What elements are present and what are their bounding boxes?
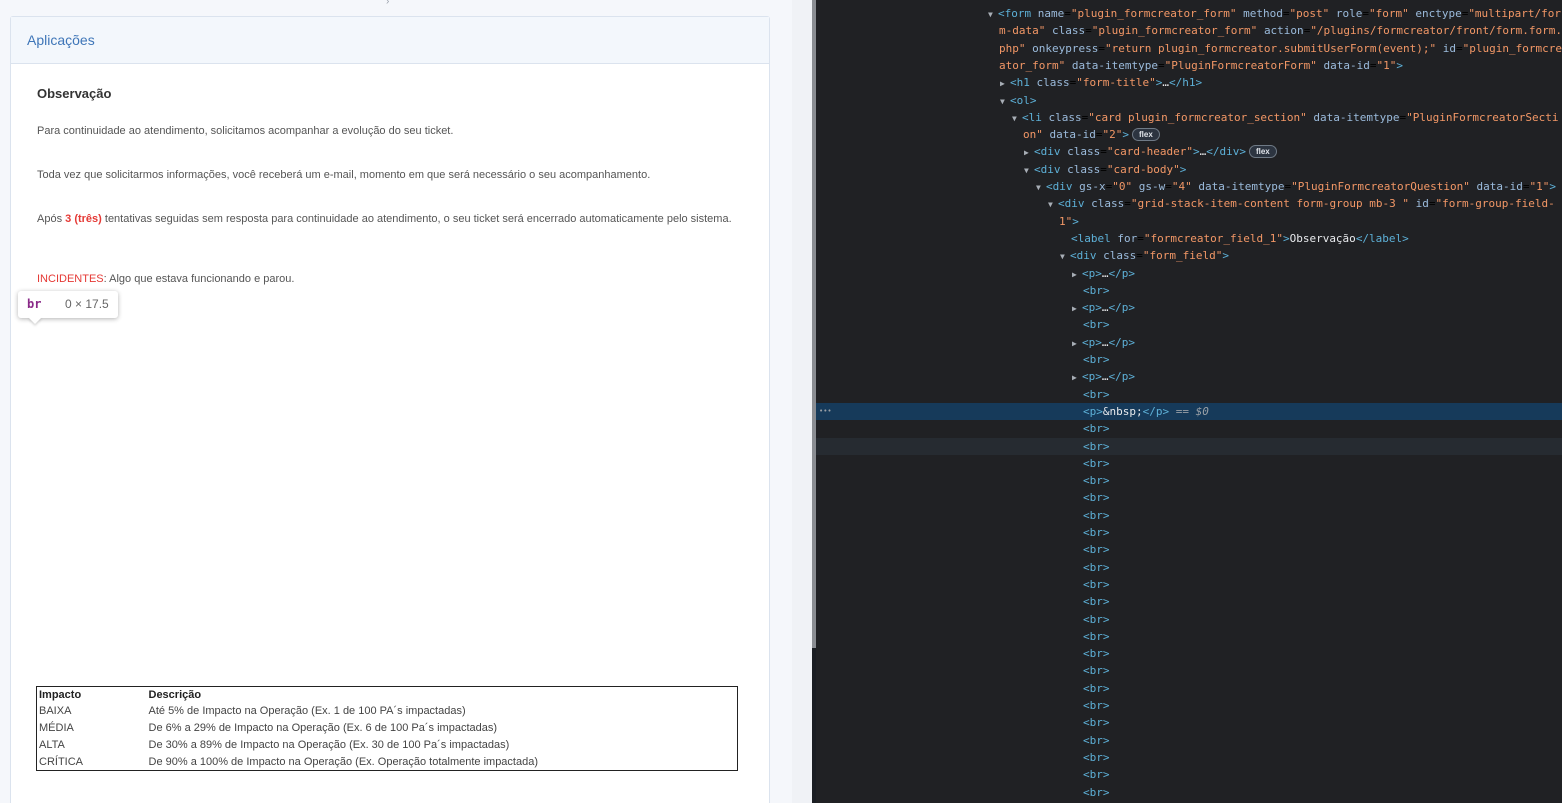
dom-node-line[interactable]: on" data-id="2"> flex [816, 126, 1562, 143]
caret-down-icon[interactable]: ▼ [1048, 196, 1058, 213]
dom-node-line[interactable]: ator_form" data-itemtype="PluginFormcrea… [816, 57, 1562, 74]
paragraph-2: Toda vez que solicitarmos informações, v… [37, 169, 651, 181]
caret-right-icon[interactable]: ▶ [1072, 266, 1082, 283]
table-cell: MÉDIA [39, 722, 74, 734]
dom-node-line[interactable]: <br> [816, 628, 1562, 645]
paragraph-3: Após 3 (três) tentativas seguidas sem re… [37, 211, 739, 227]
dom-node-line[interactable]: ▼ <div class="grid-stack-item-content for… [816, 195, 1562, 212]
dom-node-line[interactable]: <br> [816, 351, 1562, 368]
dom-node-line[interactable]: <br> [816, 507, 1562, 524]
dom-node-line[interactable]: <br> [816, 645, 1562, 662]
dom-node-line[interactable]: php" onkeypress="return plugin_formcreat… [816, 40, 1562, 57]
impact-table: Impacto Descrição BAIXA Até 5% de Impacto… [36, 686, 738, 771]
table-header-row: Impacto Descrição [37, 687, 738, 703]
tooltip-tag: br [27, 297, 42, 311]
dom-node-line[interactable]: <br> [816, 593, 1562, 610]
caret-down-icon[interactable]: ▼ [1024, 162, 1034, 179]
devtools-elements-panel: ▼ <form name="plugin_formcreator_form" me… [816, 0, 1562, 803]
dom-node-line[interactable]: ▼ <div gs-x="0" gs-w="4" data-itemtype="P… [816, 178, 1562, 195]
dom-node-line[interactable]: ▼ <form name="plugin_formcreator_form" me… [816, 5, 1562, 22]
dom-node-line[interactable]: <br> [816, 559, 1562, 576]
section-title: Aplicações [27, 32, 95, 48]
table-header-descricao: Descrição [148, 688, 202, 701]
p4-text: : Algo que estava funcionando e parou. [103, 273, 295, 285]
dom-node-line[interactable]: ▶ <div class="card-header">…</div> flex [816, 143, 1562, 160]
dom-node-line[interactable]: <br> [816, 420, 1562, 437]
dom-node-line[interactable]: <br> [816, 714, 1562, 731]
dom-node-line[interactable]: <br> [816, 662, 1562, 679]
dom-node-line[interactable]: <br> [816, 541, 1562, 558]
caret-right-icon[interactable]: ▶ [1072, 369, 1082, 386]
paragraph-1: Para continuidade ao atendimento, solici… [37, 125, 454, 137]
dom-node-line[interactable]: 1"> [816, 213, 1562, 230]
caret-right-icon[interactable]: ▶ [1072, 335, 1082, 352]
dom-node-line[interactable]: ▶ <h1 class="form-title">…</h1> [816, 74, 1562, 91]
dom-node-line[interactable]: ▶ <p>…</p> [816, 368, 1562, 385]
dom-node-line[interactable]: ▶ <p>…</p> [816, 334, 1562, 351]
p3-text-before: Após [37, 213, 66, 225]
tooltip-dimensions: 0 × 17.5 [65, 297, 109, 311]
table-row: BAIXA Até 5% de Impacto na Operação (Ex. … [37, 703, 738, 720]
page-viewport: › Aplicações Observação Para continuidad… [0, 0, 792, 803]
dom-node-line[interactable]: ▼ <ol> [816, 92, 1562, 109]
dom-node-line[interactable]: <br> [816, 524, 1562, 541]
dom-node-line[interactable]: <br> [816, 749, 1562, 766]
table-cell: CRÍTICA [39, 755, 83, 768]
table-header-impacto: Impacto [39, 688, 82, 701]
caret-down-icon[interactable]: ▼ [1036, 179, 1046, 196]
dom-node-line[interactable]: ▶ <p>…</p> [816, 299, 1562, 316]
table-cell: De 90% a 100% de Impacto na Operação (Ex… [148, 755, 539, 768]
table-cell: De 6% a 29% de Impacto na Operação (Ex. … [148, 722, 498, 734]
top-edge-marker: › [386, 0, 390, 7]
dom-node-line[interactable]: <br> [816, 732, 1562, 749]
caret-right-icon[interactable]: ▶ [1072, 300, 1082, 317]
p3-text-after: tentativas seguidas sem resposta para co… [101, 213, 732, 225]
dom-node-line[interactable]: <br> [816, 316, 1562, 333]
table-cell: BAIXA [39, 705, 72, 717]
dom-node-line[interactable]: <br> [816, 437, 1562, 455]
dom-node-line[interactable]: <br> [816, 472, 1562, 489]
caret-down-icon[interactable]: ▼ [1012, 110, 1022, 127]
dom-node-line[interactable]: <br> [816, 680, 1562, 697]
dom-node-line[interactable]: <label for="formcreator_field_1">Observa… [816, 230, 1562, 247]
table-cell: De 30% a 89% de Impacto na Operação (Ex.… [148, 739, 510, 751]
more-options-icon[interactable]: ••• [819, 403, 832, 420]
card-header: Aplicações [11, 17, 769, 64]
dom-node-line[interactable]: <br> [816, 766, 1562, 783]
dom-node-line[interactable]: <br> [816, 611, 1562, 628]
dom-node-line[interactable]: ▼ <div class="form_field"> [816, 247, 1562, 264]
table-row: CRÍTICA De 90% a 100% de Impacto na Opera… [37, 754, 738, 771]
field-label: Observação [37, 86, 112, 101]
caret-right-icon[interactable]: ▶ [1024, 144, 1034, 161]
dom-node-line[interactable]: <br> [816, 386, 1562, 403]
p3-highlight: 3 (três) [65, 213, 102, 225]
caret-down-icon[interactable]: ▼ [1060, 248, 1070, 265]
dom-node-line[interactable]: <br> [816, 282, 1562, 299]
table-cell: Até 5% de Impacto na Operação (Ex. 1 de … [148, 705, 466, 717]
dom-node-line[interactable]: m-data" class="plugin_formcreator_form" … [816, 22, 1562, 39]
panel-splitter[interactable] [792, 0, 812, 803]
dom-node-line[interactable]: ▼ <div class="card-body"> [816, 161, 1562, 178]
dom-node-line[interactable]: <br> [816, 489, 1562, 506]
dom-node-line[interactable]: ▼ <li class="card plugin_formcreator_sect… [816, 109, 1562, 126]
table-row: MÉDIA De 6% a 29% de Impacto na Operação … [37, 720, 738, 737]
element-inspect-tooltip: br 0 × 17.5 [18, 291, 118, 324]
table-cell: ALTA [39, 739, 65, 751]
caret-right-icon[interactable]: ▶ [1000, 75, 1010, 92]
caret-down-icon[interactable]: ▼ [1000, 93, 1010, 110]
dom-node-line[interactable]: <br> [816, 784, 1562, 801]
dom-node-line[interactable]: <br> [816, 697, 1562, 714]
dom-node-line[interactable]: ▶ <p>…</p> [816, 265, 1562, 282]
incidents-label: INCIDENTES [37, 273, 104, 285]
dom-node-line[interactable]: <br> [816, 576, 1562, 593]
dom-node-selected[interactable]: <p>&nbsp;</p> == $0 ••• [816, 402, 1562, 421]
caret-down-icon[interactable]: ▼ [988, 6, 998, 23]
paragraph-4: INCIDENTES: Algo que estava funcionando … [37, 271, 739, 287]
tooltip-arrow [28, 317, 42, 324]
form-section-card: Aplicações Observação Para continuidade … [10, 16, 770, 803]
table-row: ALTA De 30% a 89% de Impacto na Operação … [37, 737, 738, 754]
dom-node-line[interactable]: <br> [816, 455, 1562, 472]
